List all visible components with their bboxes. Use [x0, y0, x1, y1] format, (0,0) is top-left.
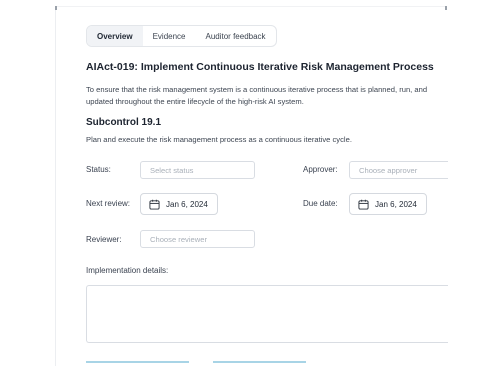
tab-evidence[interactable]: Evidence — [143, 26, 196, 46]
calendar-icon — [149, 199, 160, 210]
next-review-date-value: Jan 6, 2024 — [166, 199, 208, 209]
window-corner-mark — [55, 6, 57, 10]
control-title: AIAct-019: Implement Continuous Iterativ… — [86, 61, 434, 73]
next-review-date-picker[interactable]: Jan 6, 2024 — [140, 193, 218, 215]
tab-overview[interactable]: Overview — [87, 26, 143, 46]
due-date-picker[interactable]: Jan 6, 2024 — [349, 193, 427, 215]
implementation-details-textarea[interactable] — [86, 285, 448, 343]
approver-select[interactable]: Choose approver — [349, 161, 448, 179]
action-button[interactable] — [86, 361, 189, 364]
reviewer-label: Reviewer: — [86, 235, 122, 244]
tab-auditor-feedback[interactable]: Auditor feedback — [196, 26, 276, 46]
implementation-details-label: Implementation details: — [86, 266, 169, 275]
action-button[interactable] — [213, 361, 306, 364]
reviewer-select[interactable]: Choose reviewer — [140, 230, 255, 248]
due-date-label: Due date: — [303, 199, 338, 208]
window-edge-left — [55, 6, 56, 366]
subcontrol-description: Plan and execute the risk management pro… — [86, 135, 352, 144]
due-date-value: Jan 6, 2024 — [375, 199, 417, 209]
window-edge-top — [55, 6, 447, 7]
tab-bar: Overview Evidence Auditor feedback — [86, 25, 277, 47]
calendar-icon — [358, 199, 369, 210]
control-description: To ensure that the risk management syste… — [86, 85, 428, 106]
status-select[interactable]: Select status — [140, 161, 255, 179]
window-corner-mark — [445, 6, 447, 10]
next-review-label: Next review: — [86, 199, 131, 208]
subcontrol-title: Subcontrol 19.1 — [86, 117, 162, 128]
status-label: Status: — [86, 165, 111, 174]
approver-label: Approver: — [303, 165, 338, 174]
